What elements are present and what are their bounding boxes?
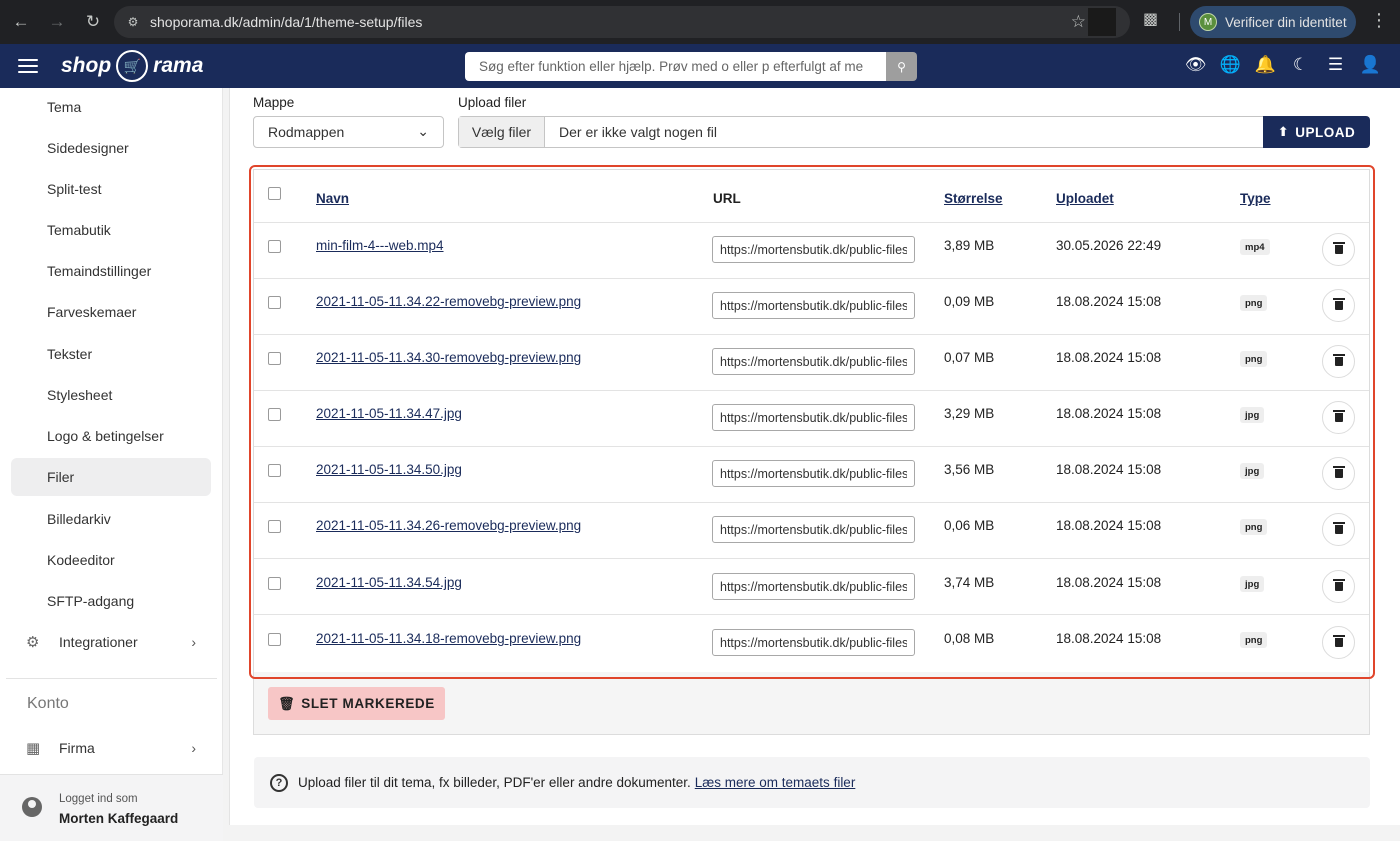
address-bar[interactable]: ⚙ shoporama.dk/admin/da/1/theme-setup/fi… <box>114 6 1130 38</box>
sidebar-item-stylesheet[interactable]: Stylesheet <box>11 376 211 414</box>
cart-logo-icon: 🛒 <box>116 50 149 82</box>
sidebar-item-label: Integrationer <box>59 634 138 650</box>
browser-toolbar: ← → ↻ ⚙ shoporama.dk/admin/da/1/theme-se… <box>0 0 1400 44</box>
info-text: Upload filer til dit tema, fx billeder, … <box>298 775 691 790</box>
shoporama-logo[interactable]: shop 🛒 rama <box>61 50 203 82</box>
sidebar-item-filer[interactable]: Filer <box>11 458 211 496</box>
sidebar-item-sidedesigner[interactable]: Sidedesigner <box>11 129 211 167</box>
site-settings-icon[interactable]: ⚙ <box>122 11 144 33</box>
global-search: ⚲ <box>465 52 917 81</box>
sidebar-item-split-test[interactable]: Split-test <box>11 170 211 208</box>
chevron-down-icon: ⌄ <box>417 123 429 139</box>
delete-selected-button[interactable]: 🗑 SLET MARKEREDE <box>268 687 445 720</box>
search-input[interactable] <box>465 52 886 81</box>
info-box: ? Upload filer til dit tema, fx billeder… <box>254 757 1370 808</box>
bell-icon[interactable]: 🔔 <box>1248 55 1283 75</box>
preview-eye-icon[interactable]: 👁 <box>1178 55 1213 75</box>
sidebar-item-temaindstillinger[interactable]: Temaindstillinger <box>11 252 211 290</box>
upload-icon: ⬆ <box>1277 124 1290 139</box>
chevron-right-icon: › <box>191 634 196 650</box>
back-icon[interactable]: ← <box>6 7 36 37</box>
sidebar-item-label: Firma <box>59 740 95 756</box>
learn-more-link[interactable]: Læs mere om temaets filer <box>695 775 856 790</box>
reload-icon[interactable]: ↻ <box>78 7 108 37</box>
sidebar-item-kodeeditor[interactable]: Kodeeditor <box>11 541 211 579</box>
sidebar-item-tema[interactable]: Tema <box>11 88 211 126</box>
globe-icon[interactable]: 🌐 <box>1213 55 1248 75</box>
header-icons: 👁 🌐 🔔 ☾ ☰ 👤 <box>1178 55 1388 75</box>
sidebar-item-billedarkiv[interactable]: Billedarkiv <box>11 500 211 538</box>
forward-icon[interactable]: → <box>42 7 72 37</box>
logo-text-left: shop <box>61 54 112 77</box>
hamburger-menu-icon[interactable] <box>18 57 38 75</box>
address-url[interactable]: shoporama.dk/admin/da/1/theme-setup/file… <box>150 14 422 30</box>
browser-menu-icon[interactable]: ⋮ <box>1370 10 1388 31</box>
user-account-icon[interactable]: 👤 <box>1353 55 1388 75</box>
puzzle-icon: ⚙ <box>26 634 40 651</box>
sidebar-item-farveskemaer[interactable]: Farveskemaer <box>11 293 211 331</box>
profile-avatar-icon: M <box>1199 13 1217 31</box>
folder-label: Mappe <box>253 95 295 110</box>
upload-files-label: Upload filer <box>458 95 527 110</box>
logged-in-user[interactable]: Logget ind som Morten Kaffegaard <box>0 774 223 841</box>
sidebar-item-firma[interactable]: ▦ Firma › <box>26 736 196 760</box>
delete-selected-label: SLET MARKEREDE <box>301 696 435 711</box>
upload-button-label: UPLOAD <box>1295 124 1356 140</box>
search-icon[interactable]: ⚲ <box>886 52 917 81</box>
chevron-right-icon: › <box>191 740 196 756</box>
sidebar-divider <box>6 678 217 679</box>
sidebar-item-logo-betingelser[interactable]: Logo & betingelser <box>11 417 211 455</box>
toolbar-divider <box>1179 13 1180 31</box>
bookmark-star-icon[interactable]: ☆ <box>1071 12 1086 32</box>
sidebar-item-temabutik[interactable]: Temabutik <box>11 211 211 249</box>
sidebar-heading-konto: Konto <box>27 695 69 712</box>
verify-identity-label: Verificer din identitet <box>1225 14 1347 30</box>
trash-stack-icon: 🗑 <box>278 695 296 711</box>
extensions-puzzle-icon[interactable]: ▩ <box>1143 9 1158 29</box>
no-file-text: Der er ikke valgt nogen fil <box>559 124 717 140</box>
file-input[interactable]: Vælg filer Der er ikke valgt nogen fil <box>458 116 1264 148</box>
dark-mode-moon-icon[interactable]: ☾ <box>1283 55 1318 75</box>
user-avatar-icon <box>22 797 42 817</box>
question-circle-icon: ? <box>270 773 288 792</box>
store-switch-icon[interactable]: ☰ <box>1318 55 1353 75</box>
upload-button[interactable]: ⬆ UPLOAD <box>1263 116 1370 148</box>
sidebar-item-integrationer[interactable]: ⚙ Integrationer › <box>26 630 196 654</box>
highlight-frame <box>249 165 1375 679</box>
choose-files-button[interactable]: Vælg filer <box>459 117 545 147</box>
user-name: Morten Kaffegaard <box>59 811 179 826</box>
sidebar-item-tekster[interactable]: Tekster <box>11 335 211 373</box>
building-icon: ▦ <box>26 740 41 757</box>
folder-select-value: Rodmappen <box>268 124 345 140</box>
extension-slot[interactable] <box>1088 8 1116 36</box>
verify-identity-button[interactable]: M Verificer din identitet <box>1190 6 1356 38</box>
logged-in-label: Logget ind som <box>59 793 138 805</box>
logo-text-right: rama <box>153 54 204 77</box>
sidebar-item-sftp-adgang[interactable]: SFTP-adgang <box>11 582 211 620</box>
folder-select[interactable]: Rodmappen ⌄ <box>253 116 444 148</box>
